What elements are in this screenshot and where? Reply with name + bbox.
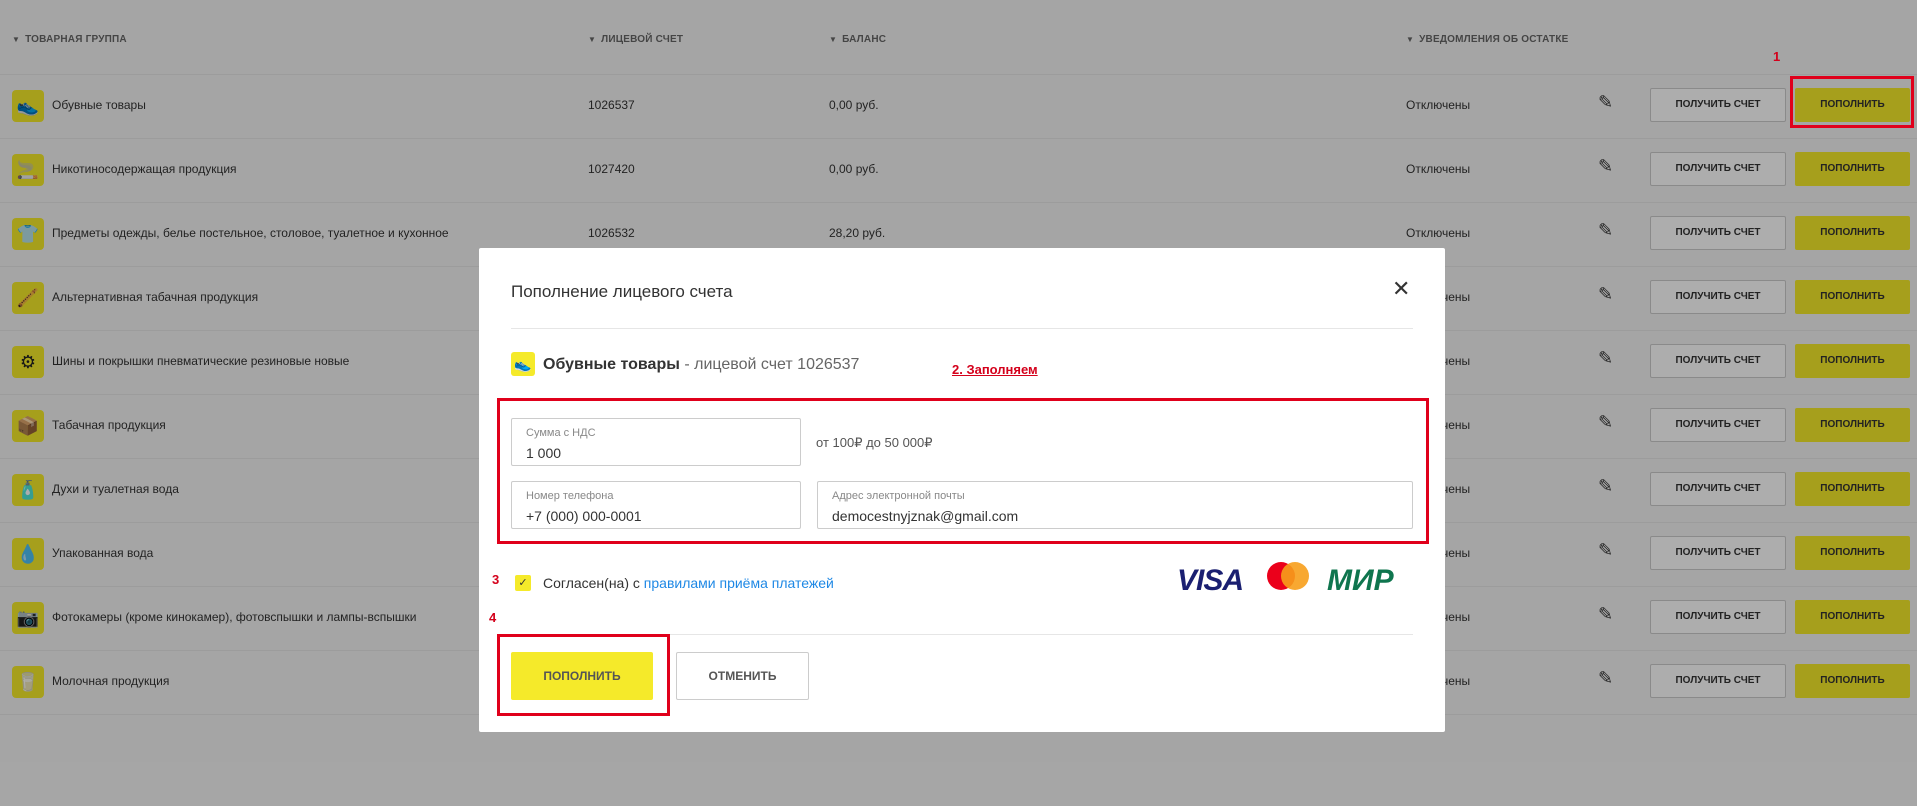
shoe-icon: 👟 [511, 352, 535, 376]
agree-text: Согласен(на) с правилами приёма платежей [543, 575, 834, 591]
annotation-step-1: 1 [1773, 49, 1781, 64]
annotation-step-3: 3 [492, 572, 500, 587]
annotation-box-submit [497, 634, 670, 716]
cancel-button[interactable]: ОТМЕНИТЬ [676, 652, 809, 700]
annotation-step-4: 4 [489, 610, 497, 625]
mastercard-logo [1267, 562, 1309, 592]
payment-rules-link[interactable]: правилами приёма платежей [644, 575, 834, 591]
agree-prefix: Согласен(на) с [543, 575, 644, 591]
payment-logos: VISA МИР [1177, 560, 1413, 600]
annotation-box-topup [1790, 76, 1914, 128]
visa-logo: VISA [1177, 564, 1244, 597]
divider [511, 328, 1413, 329]
product-name: Обувные товары [543, 356, 680, 373]
annotation-box-fields [497, 398, 1429, 544]
modal-title: Пополнение лицевого счета [511, 282, 733, 301]
mir-logo: МИР [1327, 564, 1394, 597]
agree-checkbox[interactable]: ✓ [515, 575, 531, 591]
product-account: - лицевой счет 1026537 [679, 356, 860, 373]
annotation-step-2: 2. Заполняем [952, 362, 1038, 377]
close-icon[interactable]: ✕ [1392, 276, 1410, 302]
product-line: Обувные товары - лицевой счет 1026537 [543, 356, 859, 374]
